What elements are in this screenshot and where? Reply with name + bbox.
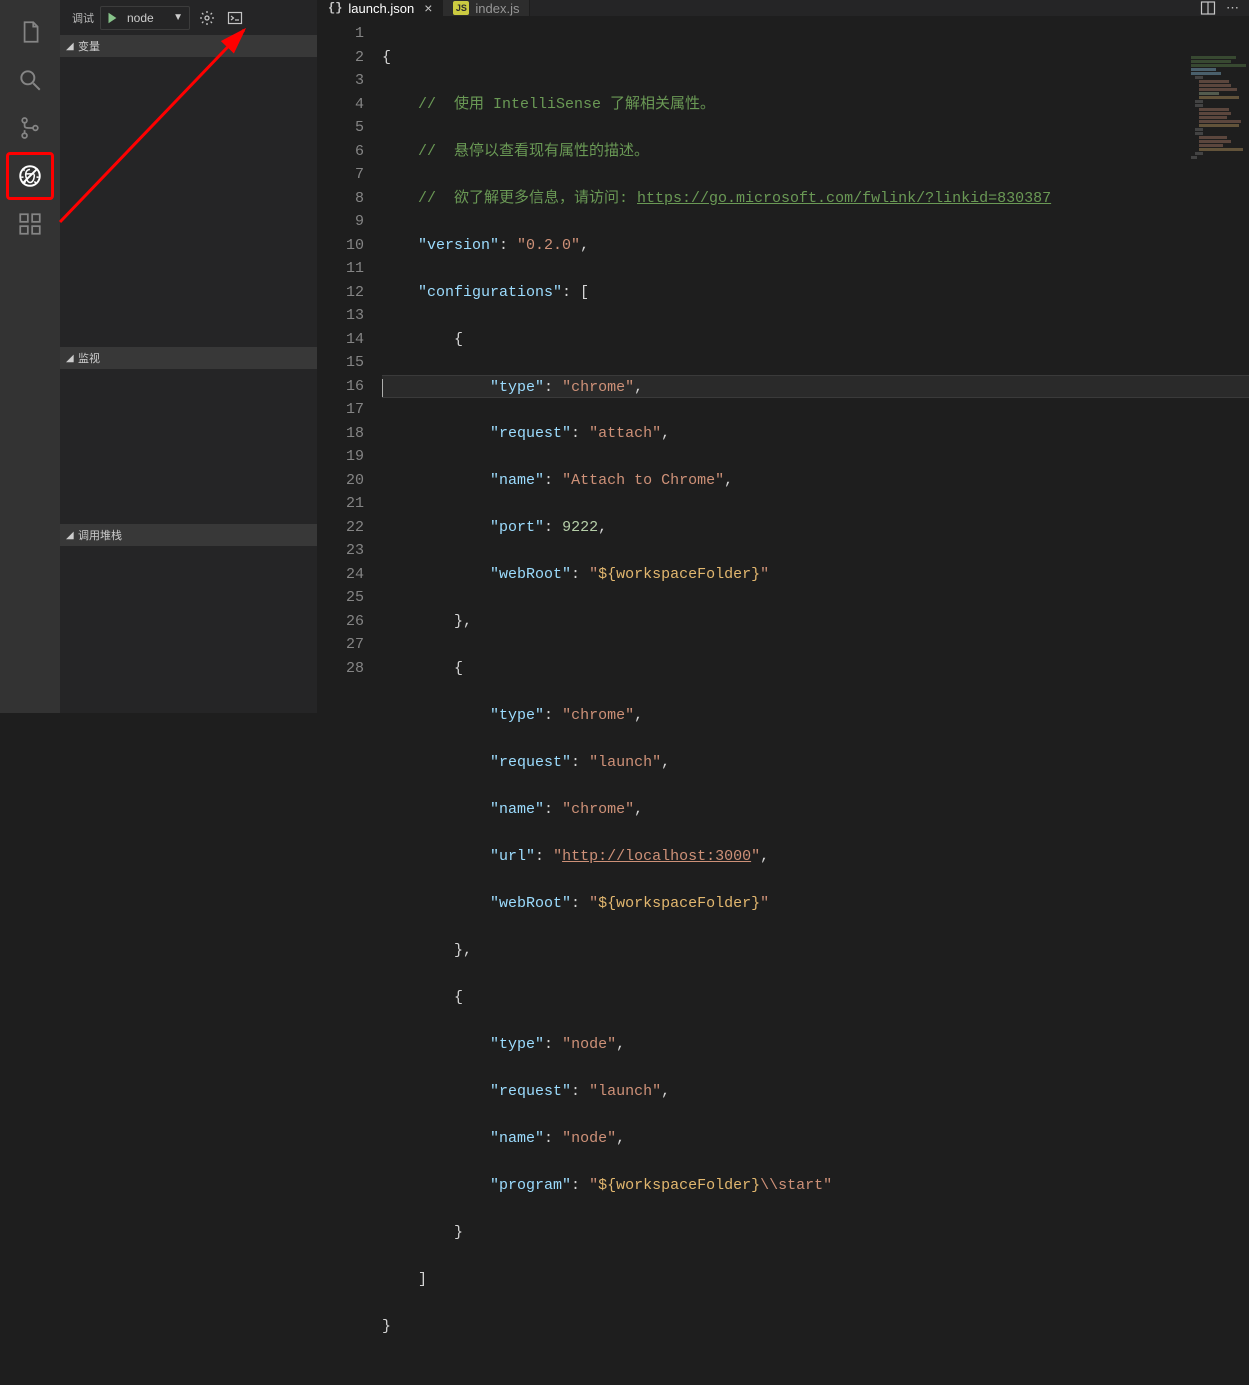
watch-section-header[interactable]: ◢ 监视	[60, 347, 317, 369]
activity-explorer[interactable]	[6, 8, 54, 56]
debug-header: 调试 node ▼	[60, 0, 317, 35]
variables-section-header[interactable]: ◢ 变量	[60, 35, 317, 57]
gear-icon	[199, 10, 215, 26]
start-debug-button[interactable]	[101, 7, 123, 29]
search-icon	[17, 67, 43, 93]
activity-debug[interactable]	[6, 152, 54, 200]
activity-search[interactable]	[6, 56, 54, 104]
variables-label: 变量	[78, 38, 100, 54]
debug-config-name: node	[123, 11, 167, 25]
activity-extensions[interactable]	[6, 200, 54, 248]
play-icon	[105, 11, 119, 25]
editor-group: {} launch.json × JS index.js ⋯ 123456789…	[318, 0, 1249, 713]
callstack-section-body	[60, 546, 317, 713]
doc-link[interactable]: https://go.microsoft.com/fwlink/?linkid=…	[637, 190, 1051, 207]
json-file-icon: {}	[328, 1, 342, 15]
debug-config-dropdown[interactable]: node ▼	[100, 6, 190, 30]
editor-actions: ⋯	[1190, 0, 1249, 16]
localhost-link[interactable]: http://localhost:3000	[562, 848, 751, 865]
chevron-down-icon: ◢	[66, 353, 78, 364]
watch-label: 监视	[78, 350, 100, 366]
tab-bar: {} launch.json × JS index.js ⋯	[318, 0, 1249, 16]
chevron-down-icon: ◢	[66, 530, 78, 541]
tab-launch-json[interactable]: {} launch.json ×	[318, 0, 443, 16]
more-icon[interactable]: ⋯	[1226, 0, 1239, 16]
debug-icon	[17, 163, 43, 189]
debug-settings-button[interactable]	[196, 7, 218, 29]
source-control-icon	[17, 115, 43, 141]
tab-label: index.js	[475, 1, 519, 16]
debug-console-button[interactable]	[224, 7, 246, 29]
text-cursor	[382, 379, 383, 397]
debug-sidebar: 调试 node ▼ ◢ 变量 ◢ 监视 ◢ 调用堆栈	[60, 0, 318, 713]
tab-index-js[interactable]: JS index.js	[443, 0, 530, 16]
chevron-down-icon: ▼	[167, 12, 189, 23]
code-editor[interactable]: 1234567891011121314151617181920212223242…	[318, 16, 1249, 1385]
activity-scm[interactable]	[6, 104, 54, 152]
extensions-icon	[17, 211, 43, 237]
files-icon	[17, 19, 43, 45]
sidebar-title: 调试	[72, 10, 94, 26]
js-file-icon: JS	[453, 1, 469, 15]
callstack-section-header[interactable]: ◢ 调用堆栈	[60, 524, 317, 546]
chevron-down-icon: ◢	[66, 41, 78, 52]
watch-section-body	[60, 369, 317, 524]
console-icon	[227, 10, 243, 26]
tab-label: launch.json	[348, 1, 414, 16]
activity-bar	[0, 0, 60, 713]
split-editor-icon[interactable]	[1200, 0, 1216, 16]
variables-section-body	[60, 57, 317, 347]
close-icon[interactable]: ×	[424, 0, 432, 16]
callstack-label: 调用堆栈	[78, 527, 122, 543]
line-numbers: 1234567891011121314151617181920212223242…	[318, 16, 382, 1385]
code-content[interactable]: { // 使用 IntelliSense 了解相关属性。 // 悬停以查看现有属…	[382, 16, 1249, 1385]
